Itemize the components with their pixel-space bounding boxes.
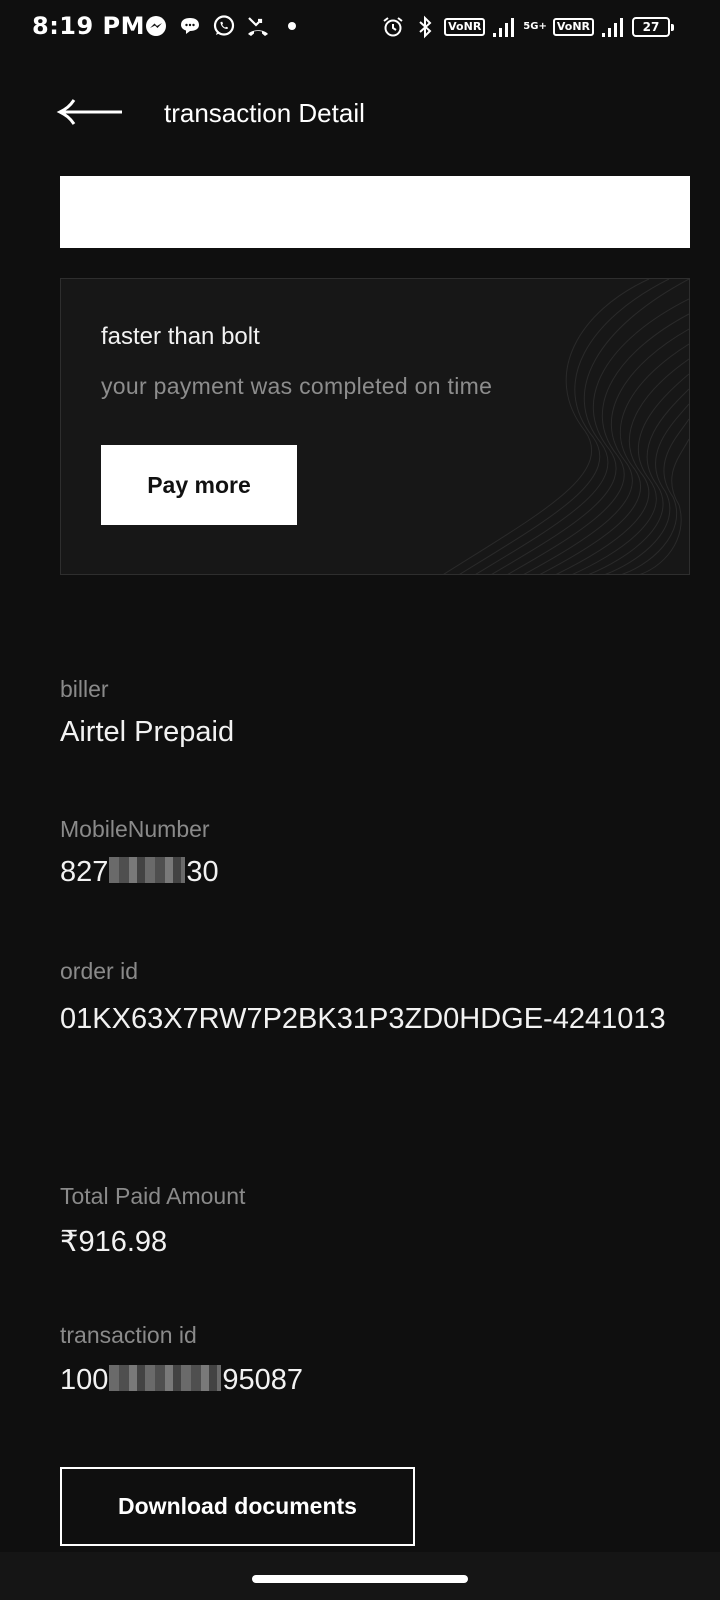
redacted-mask xyxy=(109,1365,222,1391)
network-type-label: 5G+ xyxy=(523,21,547,32)
vonr-badge-2: VoNR xyxy=(552,18,594,36)
notification-icons xyxy=(143,13,305,39)
chat-bubble-icon xyxy=(177,13,203,39)
biller-value: Airtel Prepaid xyxy=(60,716,235,748)
signal-icon xyxy=(491,14,517,40)
status-time: 8:19 PM xyxy=(32,12,146,40)
dot-icon xyxy=(279,13,305,39)
transaction-id-prefix: 100 xyxy=(60,1364,109,1396)
card-subtitle: your payment was completed on time xyxy=(101,373,493,399)
mobile-number-prefix: 827 xyxy=(60,856,109,888)
wave-pattern-decoration xyxy=(443,279,689,574)
app-header: transaction Detail xyxy=(0,80,720,150)
mobile-number-suffix: 30 xyxy=(186,856,219,888)
signal-icon xyxy=(600,14,626,40)
transaction-detail-screen: 8:19 PM VoNR 5G+ VoNR 27 transaction Det… xyxy=(0,0,720,1600)
battery-level: 27 xyxy=(642,20,660,34)
messenger-icon xyxy=(143,13,169,39)
total-amount-label: Total Paid Amount xyxy=(60,1183,246,1209)
banner-placeholder xyxy=(60,176,690,248)
alarm-icon xyxy=(380,14,406,40)
order-id-value: 01KX63X7RW7P2BK31P3ZD0HDGE-4241013 xyxy=(60,1003,666,1035)
payment-status-card: faster than bolt your payment was comple… xyxy=(60,278,690,575)
transaction-id-label: transaction id xyxy=(60,1322,197,1348)
redacted-mask xyxy=(109,857,186,883)
vonr-badge-1: VoNR xyxy=(444,18,486,36)
biller-label: biller xyxy=(60,676,109,702)
mobile-number-label: MobileNumber xyxy=(60,816,210,842)
total-amount-value: ₹916.98 xyxy=(60,1226,168,1258)
page-title: transaction Detail xyxy=(164,98,365,128)
battery-icon: 27 xyxy=(632,17,674,37)
transaction-id-suffix: 95087 xyxy=(222,1364,304,1396)
pay-more-button[interactable]: Pay more xyxy=(101,445,297,525)
transaction-id-value: 100 95087 xyxy=(60,1364,303,1397)
back-button[interactable] xyxy=(56,92,126,132)
home-gesture-handle[interactable] xyxy=(252,1575,468,1583)
bluetooth-icon xyxy=(412,14,438,40)
mobile-number-value: 827 30 xyxy=(60,856,219,889)
download-documents-button[interactable]: Download documents xyxy=(60,1467,415,1546)
back-arrow-icon xyxy=(56,99,122,125)
missed-call-icon xyxy=(245,13,271,39)
order-id-label: order id xyxy=(60,958,138,984)
system-icons: VoNR 5G+ VoNR 27 xyxy=(380,14,674,40)
whatsapp-icon xyxy=(211,13,237,39)
card-title: faster than bolt xyxy=(101,323,260,350)
status-bar: 8:19 PM VoNR 5G+ VoNR 27 xyxy=(0,0,720,58)
